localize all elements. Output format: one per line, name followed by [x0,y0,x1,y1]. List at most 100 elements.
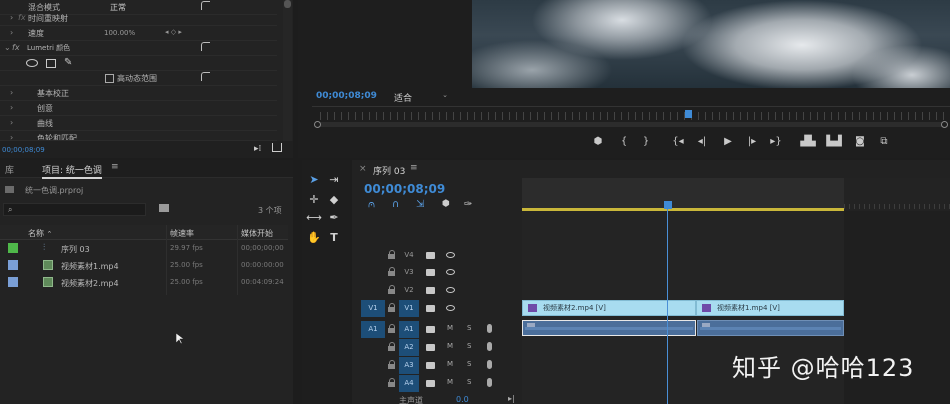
lock-icon[interactable] [388,360,396,369]
extract-icon[interactable]: ▙▟ [826,136,842,148]
column-name[interactable]: 名称 ⌃ [28,228,52,239]
play-icon[interactable]: ▶ [720,136,736,148]
project-item-clip-2[interactable]: 视频素材2.mp4 25.00 fps 00:04:09:24 [0,274,288,291]
reset-icon[interactable] [201,72,210,81]
ec-row-speed[interactable]: › 速度 100.00% ◂ ◇ ▸ [0,26,277,41]
nest-icon[interactable]: ⩀ [368,199,375,210]
eye-icon[interactable] [446,252,455,258]
selection-tool-icon[interactable]: ➤ [306,172,322,188]
ec-scrollbar[interactable] [283,0,292,148]
pen-mask-icon[interactable]: ✎ [64,57,72,68]
export-frame-icon[interactable]: ◙ [852,136,868,148]
ec-row-wheels[interactable]: › 色轮和匹配 [0,131,277,141]
tab-project[interactable]: 项目: 统一色调 [42,163,102,179]
eye-icon[interactable] [446,305,455,311]
lift-icon[interactable]: ▟▙ [800,136,816,148]
play-only-audio-icon[interactable]: ▸⁞ [254,144,261,154]
lock-icon[interactable] [388,267,396,276]
mute-button[interactable]: M [447,378,453,386]
sync-lock-icon[interactable] [426,362,435,369]
ec-row-basic[interactable]: › 基本校正 [0,86,277,101]
hdr-checkbox[interactable] [105,74,114,83]
eye-icon[interactable] [446,287,455,293]
ec-row-lumetri[interactable]: ⌄ fx Lumetri 颜色 [0,41,277,56]
solo-button[interactable]: S [467,342,471,350]
fit-select[interactable]: 适合 ⌄ [394,91,450,104]
track-target-a2[interactable]: A2 [399,339,419,356]
compare-icon[interactable]: ⧉ [876,136,892,148]
project-item-sequence[interactable]: ⫶ 序列 03 29.97 fps 00;00;00;00 [0,240,288,257]
label-color-swatch[interactable] [8,243,18,253]
project-item-clip-1[interactable]: 视频素材1.mp4 25.00 fps 00:00:00:00 [0,257,288,274]
sync-lock-icon[interactable] [426,344,435,351]
ec-row-creative[interactable]: › 创意 [0,101,277,116]
ec-row-curves[interactable]: › 曲线 [0,116,277,131]
ripple-edit-tool-icon[interactable]: ✛ [306,192,322,208]
sync-lock-icon[interactable] [426,326,435,333]
mark-out-icon[interactable]: } [638,136,654,148]
chevron-right-icon[interactable]: › [10,103,13,112]
solo-button[interactable]: S [467,324,471,332]
lock-icon[interactable] [388,342,396,351]
sync-lock-icon[interactable] [426,305,435,312]
panel-menu-icon[interactable]: ≡ [410,163,418,173]
ec-timecode[interactable]: 00;00;08;09 [2,146,45,154]
solo-button[interactable]: S [467,378,471,386]
export-icon[interactable] [272,143,282,152]
lock-icon[interactable] [388,250,396,259]
project-search-input[interactable]: ⌕ [3,203,146,216]
track-target-a1[interactable]: A1 [399,321,419,338]
type-tool-icon[interactable]: T [326,230,342,246]
timeline-ruler[interactable] [522,178,844,210]
track-target-v2[interactable]: V2 [399,282,419,299]
ec-row-hdr[interactable]: 高动态范围 [0,71,277,86]
chevron-right-icon[interactable]: › [10,88,13,97]
track-target-v3[interactable]: V3 [399,264,419,281]
marker-icon[interactable]: ⬢ [590,136,606,148]
mute-button[interactable]: M [447,324,453,332]
keyframe-nav-icon[interactable]: ◂ ◇ ▸ [165,28,182,36]
chevron-down-icon[interactable]: ⌄ [4,43,11,52]
pen-tool-icon[interactable]: ✒ [326,210,342,226]
lock-icon[interactable] [388,324,396,333]
track-target-v4[interactable]: V4 [399,247,419,264]
track-target-v1[interactable]: V1 [399,300,419,317]
rect-mask-icon[interactable] [46,59,56,68]
mic-icon[interactable] [487,324,492,333]
snap-icon[interactable]: ∩ [392,199,399,210]
step-back-icon[interactable]: ◂| [694,136,710,148]
master-volume[interactable]: 0.0 [456,395,469,404]
step-forward-icon[interactable]: |▸ [744,136,760,148]
mic-icon[interactable] [487,342,492,351]
ellipse-mask-icon[interactable] [26,59,38,67]
sync-lock-icon[interactable] [426,252,435,259]
track-target-a4[interactable]: A4 [399,375,419,392]
go-to-out-icon[interactable]: ▸} [768,136,784,148]
razor-tool-icon[interactable]: ◆ [326,192,342,208]
wrench-icon[interactable]: ✑ [464,199,472,210]
audio-clip-a1-b[interactable] [697,320,844,336]
audio-clip-a1-a[interactable] [522,320,696,336]
tab-sequence[interactable]: 序列 03 [373,164,405,177]
timeline-playhead[interactable] [664,201,672,209]
timeline-timecode[interactable]: 00;00;08;09 [364,182,445,196]
lock-icon[interactable] [388,303,396,312]
mic-icon[interactable] [487,360,492,369]
reset-icon[interactable] [201,1,210,10]
reset-icon[interactable] [201,42,210,51]
scroll-handle-left[interactable] [314,121,321,128]
linked-selection-icon[interactable]: ⇲ [416,199,424,210]
column-media-start[interactable]: 媒体开始 [241,228,273,239]
program-timecode[interactable]: 00;00;08;09 [316,91,377,101]
program-playhead[interactable] [685,110,692,118]
source-patch-a1[interactable]: A1 [361,321,385,338]
video-clip-v1-a[interactable]: 视频素材2.mp4 [V] [522,300,696,316]
add-marker-icon[interactable]: ⬢ [442,199,450,209]
hand-tool-icon[interactable]: ✋ [306,230,322,246]
mic-icon[interactable] [487,378,492,387]
label-color-swatch[interactable] [8,260,18,270]
mute-button[interactable]: M [447,342,453,350]
sync-lock-icon[interactable] [426,269,435,276]
program-zoom-scrollbar[interactable] [314,121,948,128]
scroll-handle-right[interactable] [941,121,948,128]
